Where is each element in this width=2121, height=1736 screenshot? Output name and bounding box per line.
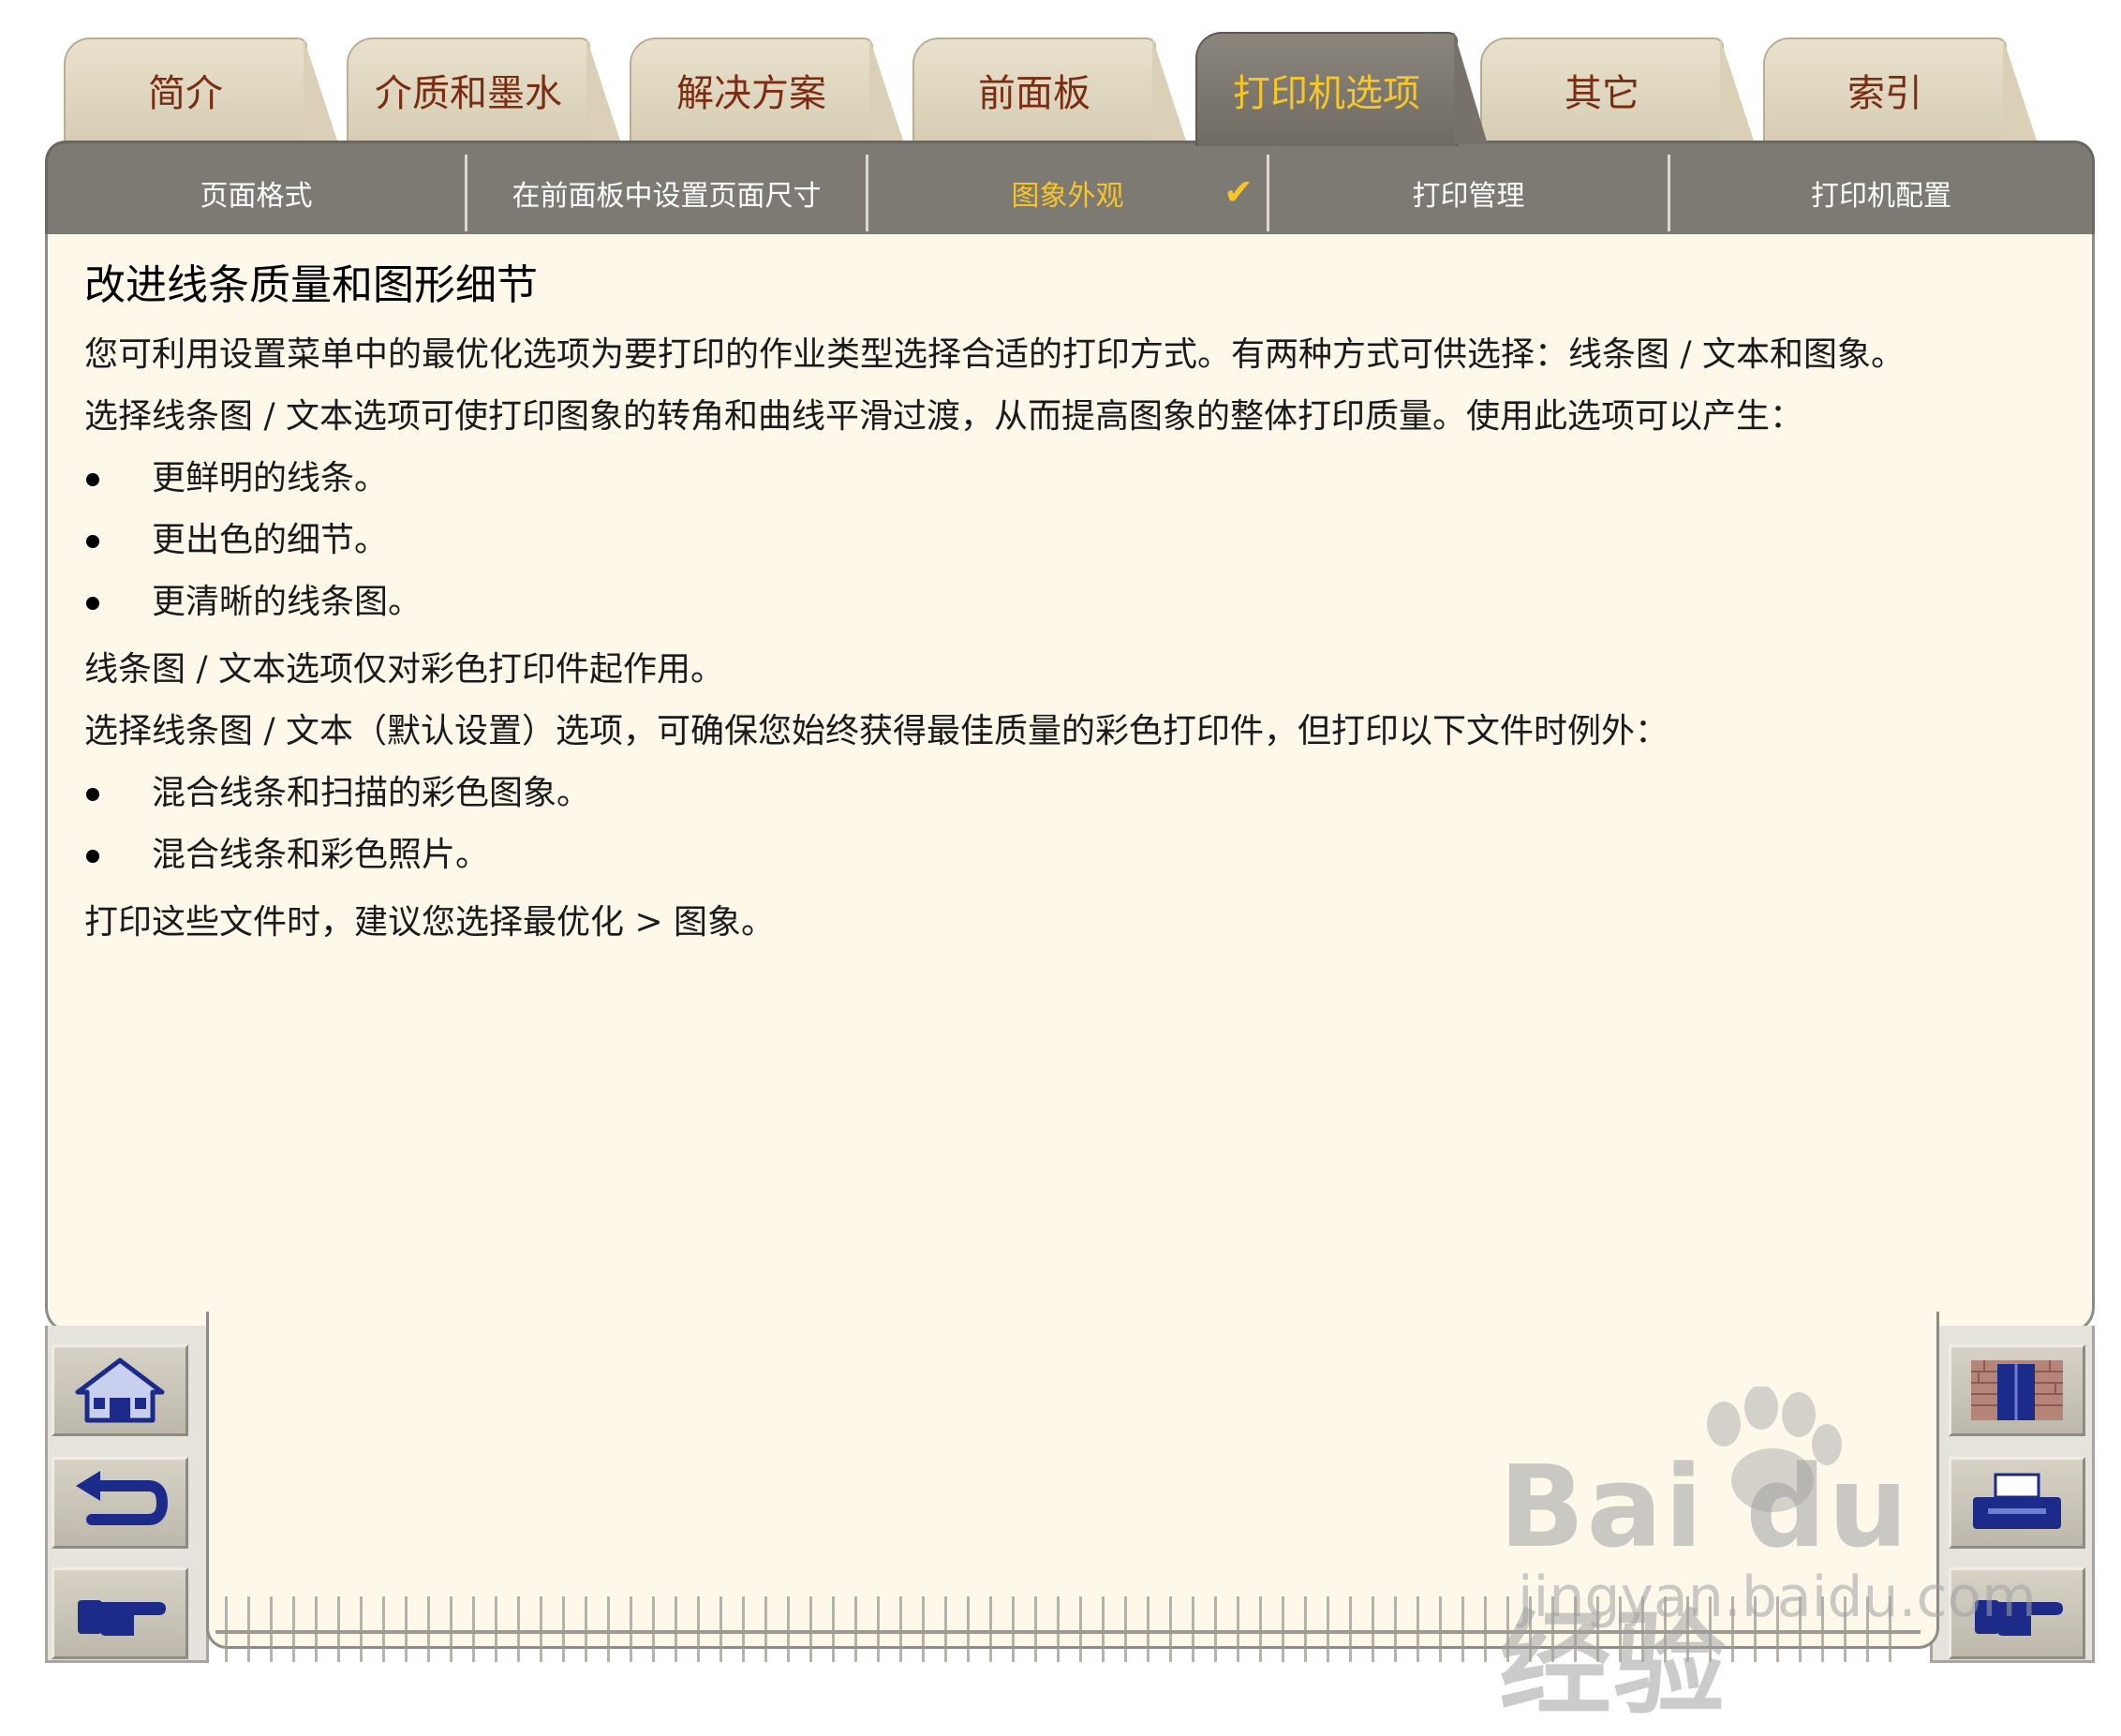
home-button[interactable] [52, 1344, 188, 1436]
back-button[interactable] [52, 1457, 188, 1549]
subnav-image-appearance[interactable]: 图象外观 ✔ [868, 155, 1269, 231]
pointing-hand-right-icon [78, 1600, 166, 1636]
baidu-watermark: Bai du 经验 jingyan.baidu.com [1499, 1387, 2037, 1730]
tab-front-panel[interactable]: 前面板 [912, 37, 1186, 141]
bullet-list: 混合线条和扫描的彩色图象。 混合线条和彩色照片。 [84, 770, 2052, 879]
subnav-label: 打印管理 [1412, 180, 1525, 213]
tab-label: 前面板 [978, 72, 1090, 115]
subnav-front-panel-page-size[interactable]: 在前面板中设置页面尺寸 [467, 155, 868, 231]
list-item: 更鲜明的线条。 [84, 455, 2052, 502]
next-button[interactable] [52, 1567, 188, 1659]
tab-label: 打印机选项 [1233, 72, 1420, 115]
list-item: 混合线条和彩色照片。 [84, 832, 2052, 879]
tab-media-ink[interactable]: 介质和墨水 [347, 37, 620, 141]
back-arrow-icon [76, 1471, 169, 1525]
paragraph: 选择线条图 / 文本选项可使打印图象的转角和曲线平滑过渡，从而提高图象的整体打印… [84, 397, 1804, 436]
tab-intro[interactable]: 简介 [64, 37, 337, 141]
tab-label: 简介 [148, 72, 223, 115]
checkmark-icon: ✔ [1224, 171, 1253, 213]
sub-navigation-bar: 页面格式 在前面板中设置页面尺寸 图象外观 ✔ 打印管理 打印机配置 [45, 141, 2095, 234]
subnav-label: 打印机配置 [1811, 180, 1951, 213]
tab-other[interactable]: 其它 [1480, 37, 1754, 141]
tab-label: 其它 [1565, 72, 1639, 115]
paragraph: 线条图 / 文本选项仅对彩色打印件起作用。 [84, 650, 725, 689]
tab-printer-options[interactable]: 打印机选项 [1195, 32, 1488, 146]
tab-label: 介质和墨水 [375, 72, 562, 115]
subnav-label: 在前面板中设置页面尺寸 [512, 180, 822, 213]
list-item: 混合线条和扫描的彩色图象。 [84, 770, 2052, 817]
list-item: 更出色的细节。 [84, 517, 2052, 564]
paragraph: 打印这些文件时，建议您选择最优化 > 图象。 [84, 903, 776, 942]
bullet-list: 更鲜明的线条。 更出色的细节。 更清晰的线条图。 [84, 455, 2052, 626]
subnav-printer-config[interactable]: 打印机配置 [1670, 155, 2092, 231]
subnav-page-format[interactable]: 页面格式 [48, 155, 467, 231]
subnav-label: 页面格式 [200, 180, 313, 213]
page-title: 改进线条质量和图形细节 [84, 261, 538, 309]
tab-label: 解决方案 [676, 72, 826, 115]
watermark-url: jingyan.baidu.com [1518, 1565, 2037, 1630]
top-tab-bar: 简介 介质和墨水 解决方案 前面板 打印机选项 其它 索引 [56, 32, 2070, 146]
tab-index[interactable]: 索引 [1763, 37, 2037, 141]
list-item: 更清晰的线条图。 [84, 579, 2052, 626]
paragraph: 选择线条图 / 文本（默认设置）选项，可确保您始终获得最佳质量的彩色打印件，但打… [84, 712, 1669, 750]
tab-label: 索引 [1847, 72, 1922, 115]
home-icon [75, 1358, 165, 1423]
tab-solutions[interactable]: 解决方案 [630, 37, 903, 141]
paragraph: 您可利用设置菜单中的最优化选项为要打印的作业类型选择合适的打印方式。有两种方式可… [84, 335, 1906, 374]
article: 改进线条质量和图形细节 您可利用设置菜单中的最优化选项为要打印的作业类型选择合适… [84, 251, 2052, 961]
subnav-label: 图象外观 [1011, 180, 1124, 213]
subnav-print-management[interactable]: 打印管理 [1269, 155, 1670, 231]
